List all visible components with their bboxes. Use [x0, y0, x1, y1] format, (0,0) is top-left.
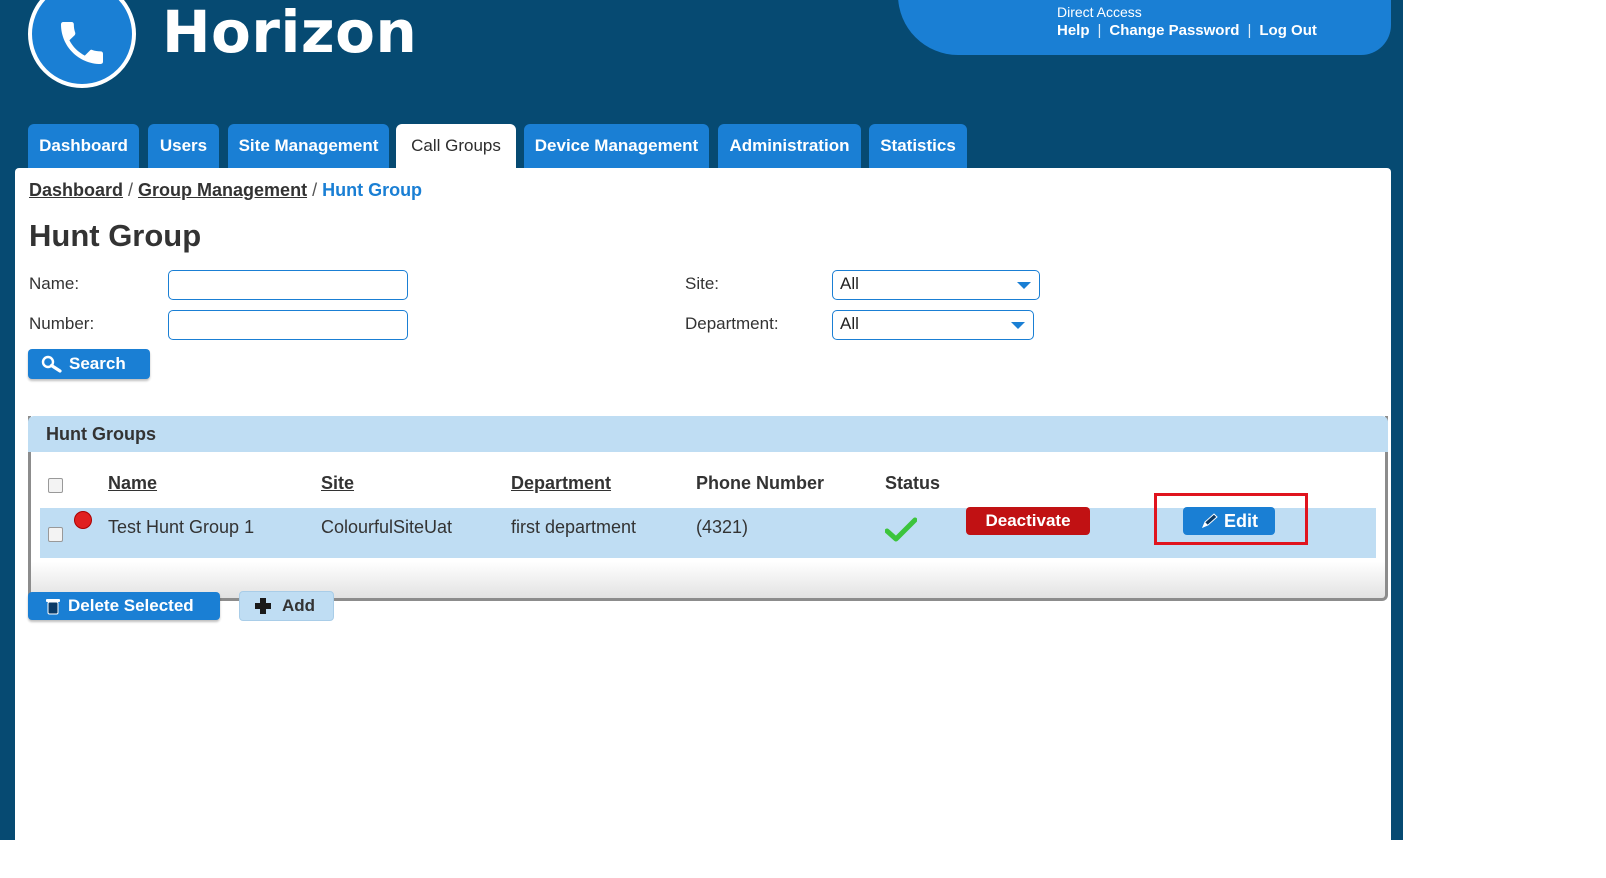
chevron-down-icon	[1011, 322, 1025, 329]
direct-access-label: Direct Access	[1057, 4, 1142, 20]
logo	[28, 0, 136, 88]
phone-icon	[61, 22, 103, 64]
row-department: first department	[511, 517, 637, 537]
name-label: Name:	[29, 274, 80, 293]
add-button-label: Add	[282, 596, 316, 615]
tab-call-groups[interactable]: Call Groups	[396, 124, 516, 168]
breadcrumb-separator: /	[128, 180, 134, 200]
tab-device-management[interactable]: Device Management	[524, 124, 709, 168]
site-label: Site:	[685, 274, 720, 293]
tab-statistics[interactable]: Statistics	[869, 124, 967, 168]
plus-icon	[255, 598, 271, 614]
add-button[interactable]: Add	[239, 591, 334, 621]
department-select-value: All	[840, 314, 859, 333]
select-all-checkbox[interactable]	[48, 478, 63, 493]
edit-button[interactable]: Edit	[1183, 507, 1275, 535]
department-label: Department:	[685, 314, 779, 333]
tab-site-management[interactable]: Site Management	[228, 124, 389, 168]
column-header-name[interactable]: Name	[108, 473, 157, 494]
delete-selected-button[interactable]: Delete Selected	[28, 592, 220, 620]
main-content: Dashboard / Group Management / Hunt Group Hu…	[15, 168, 1391, 840]
column-header-status: Status	[885, 473, 941, 493]
app-frame: Horizon Direct Access Help | Change Passwo…	[0, 0, 1403, 840]
page-title: Hunt Group	[29, 218, 202, 253]
hunt-groups-panel-header: Hunt Groups	[28, 416, 1388, 452]
name-input[interactable]	[168, 270, 408, 300]
column-header-department[interactable]: Department	[511, 473, 611, 494]
help-link[interactable]: Help	[1057, 22, 1090, 39]
row-phone-number: (4321)	[696, 517, 749, 537]
row-name: Test Hunt Group 1	[108, 517, 255, 537]
deactivate-button[interactable]: Deactivate	[966, 507, 1090, 535]
link-separator: |	[1247, 22, 1252, 39]
link-separator: |	[1097, 22, 1102, 39]
breadcrumb-group-management-link[interactable]: Group Management	[138, 180, 307, 200]
change-password-link[interactable]: Change Password	[1109, 22, 1239, 39]
breadcrumb: Dashboard / Group Management / Hunt Group	[29, 180, 422, 201]
row-site: ColourfulSiteUat	[321, 517, 453, 537]
number-input[interactable]	[168, 310, 408, 340]
brand-name: Horizon	[162, 0, 418, 66]
column-header-site[interactable]: Site	[321, 473, 354, 494]
tab-users[interactable]: Users	[148, 124, 219, 168]
delete-selected-label: Delete Selected	[68, 596, 194, 615]
tab-administration[interactable]: Administration	[718, 124, 861, 168]
site-select-value: All	[840, 274, 859, 293]
search-button-label: Search	[69, 354, 126, 373]
site-select[interactable]: All	[832, 270, 1040, 300]
log-out-link[interactable]: Log Out	[1259, 22, 1316, 39]
search-button[interactable]: Search	[28, 349, 150, 379]
breadcrumb-separator: /	[312, 180, 318, 200]
account-links: Help | Change Password | Log Out	[1057, 22, 1317, 39]
chevron-down-icon	[1017, 282, 1031, 289]
breadcrumb-current: Hunt Group	[322, 180, 423, 200]
checkmark-icon	[885, 517, 917, 542]
status-dot-icon	[75, 512, 91, 528]
column-header-phone-number: Phone Number	[696, 473, 825, 493]
search-icon	[41, 355, 62, 373]
trash-icon	[46, 599, 60, 615]
edit-button-label: Edit	[1224, 510, 1258, 531]
row-checkbox[interactable]	[48, 527, 63, 542]
pencil-icon	[1202, 513, 1218, 528]
breadcrumb-dashboard-link[interactable]: Dashboard	[29, 180, 123, 200]
panel-title: Hunt Groups	[46, 424, 156, 444]
department-select[interactable]: All	[832, 310, 1034, 340]
number-label: Number:	[29, 314, 95, 333]
tab-dashboard[interactable]: Dashboard	[28, 124, 139, 168]
